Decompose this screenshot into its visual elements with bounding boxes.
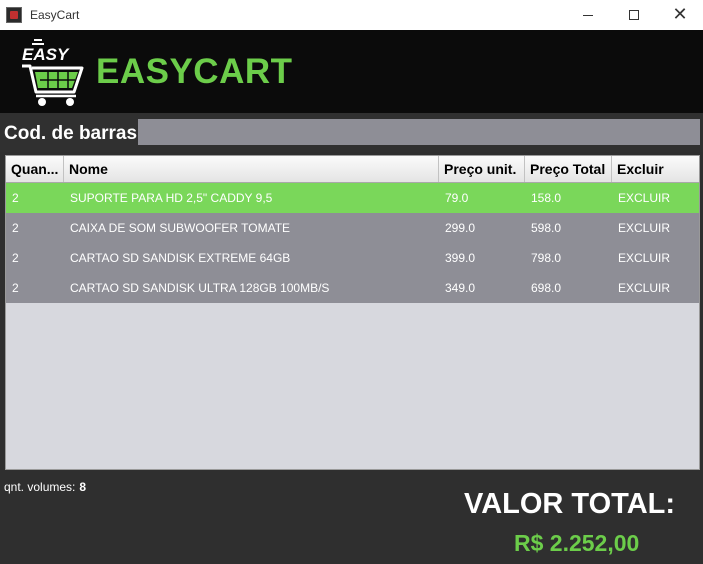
- remove-button[interactable]: EXCLUIR: [612, 273, 699, 303]
- table-header: Quan... Nome Preço unit. Preço Total Exc…: [6, 156, 699, 183]
- volumes-value: 8: [79, 480, 87, 494]
- brand-title: EASYCART: [96, 52, 293, 91]
- table-body: 2 SUPORTE PARA HD 2,5" CADDY 9,5 79.0 158.0…: [6, 183, 699, 303]
- maximize-button[interactable]: [611, 0, 657, 30]
- cell-unit-price: 299.0: [445, 221, 476, 235]
- remove-button[interactable]: EXCLUIR: [612, 183, 699, 213]
- volumes-label: qnt. volumes:: [4, 480, 76, 494]
- cell-total-price: 698.0: [531, 281, 562, 295]
- barcode-input[interactable]: [138, 119, 700, 145]
- volumes-counter: qnt. volumes: 8: [4, 480, 86, 494]
- barcode-row: Cod. de barras:: [0, 113, 703, 152]
- cell-name: SUPORTE PARA HD 2,5" CADDY 9,5: [70, 191, 273, 205]
- window-title: EasyCart: [30, 8, 80, 22]
- table-row[interactable]: 2 CARTAO SD SANDISK EXTREME 64GB 399.0 798.…: [6, 243, 699, 273]
- maximize-icon: [629, 10, 639, 20]
- column-header-unit-price[interactable]: Preço unit.: [439, 156, 525, 182]
- column-header-name[interactable]: Nome: [64, 156, 439, 182]
- window-titlebar[interactable]: EasyCart ✕: [0, 0, 703, 30]
- total-value: R$ 2.252,00: [514, 530, 640, 556]
- remove-button[interactable]: EXCLUIR: [612, 213, 699, 243]
- table-row[interactable]: 2 SUPORTE PARA HD 2,5" CADDY 9,5 79.0 158.0…: [6, 183, 699, 213]
- window-controls: ✕: [565, 0, 703, 30]
- cell-unit-price: 399.0: [445, 251, 476, 265]
- close-button[interactable]: ✕: [657, 0, 703, 30]
- total-label: VALOR TOTAL:: [464, 488, 676, 520]
- cell-total-price: 798.0: [531, 251, 562, 265]
- app-header: EASY EASYCART: [0, 30, 703, 113]
- column-header-quantity[interactable]: Quan...: [6, 156, 64, 182]
- cell-unit-price: 349.0: [445, 281, 476, 295]
- cell-name: CARTAO SD SANDISK ULTRA 128GB 100MB/S: [70, 281, 330, 295]
- cell-quantity: 2: [12, 221, 19, 235]
- shopping-cart-logo-icon: EASY: [22, 39, 84, 106]
- cell-name: CAIXA DE SOM SUBWOOFER TOMATE: [70, 221, 291, 235]
- cell-quantity: 2: [12, 281, 19, 295]
- logo-text: EASY: [22, 45, 70, 64]
- app-icon: [6, 7, 22, 23]
- column-header-remove[interactable]: Excluir: [612, 156, 699, 182]
- minimize-icon: [583, 14, 593, 16]
- close-icon: ✕: [672, 4, 688, 25]
- barcode-label: Cod. de barras:: [4, 123, 144, 144]
- cell-total-price: 598.0: [531, 221, 562, 235]
- cell-quantity: 2: [12, 191, 19, 205]
- cell-quantity: 2: [12, 251, 19, 265]
- minimize-button[interactable]: [565, 0, 611, 30]
- cart-table[interactable]: Quan... Nome Preço unit. Preço Total Exc…: [5, 155, 700, 470]
- cell-name: CARTAO SD SANDISK EXTREME 64GB: [70, 251, 291, 265]
- cell-total-price: 158.0: [531, 191, 562, 205]
- table-row[interactable]: 2 CAIXA DE SOM SUBWOOFER TOMATE 299.0 598.0…: [6, 213, 699, 243]
- table-row[interactable]: 2 CARTAO SD SANDISK ULTRA 128GB 100MB/S 34…: [6, 273, 699, 303]
- cell-unit-price: 79.0: [445, 191, 469, 205]
- remove-button[interactable]: EXCLUIR: [612, 243, 699, 273]
- column-header-total-price[interactable]: Preço Total: [525, 156, 612, 182]
